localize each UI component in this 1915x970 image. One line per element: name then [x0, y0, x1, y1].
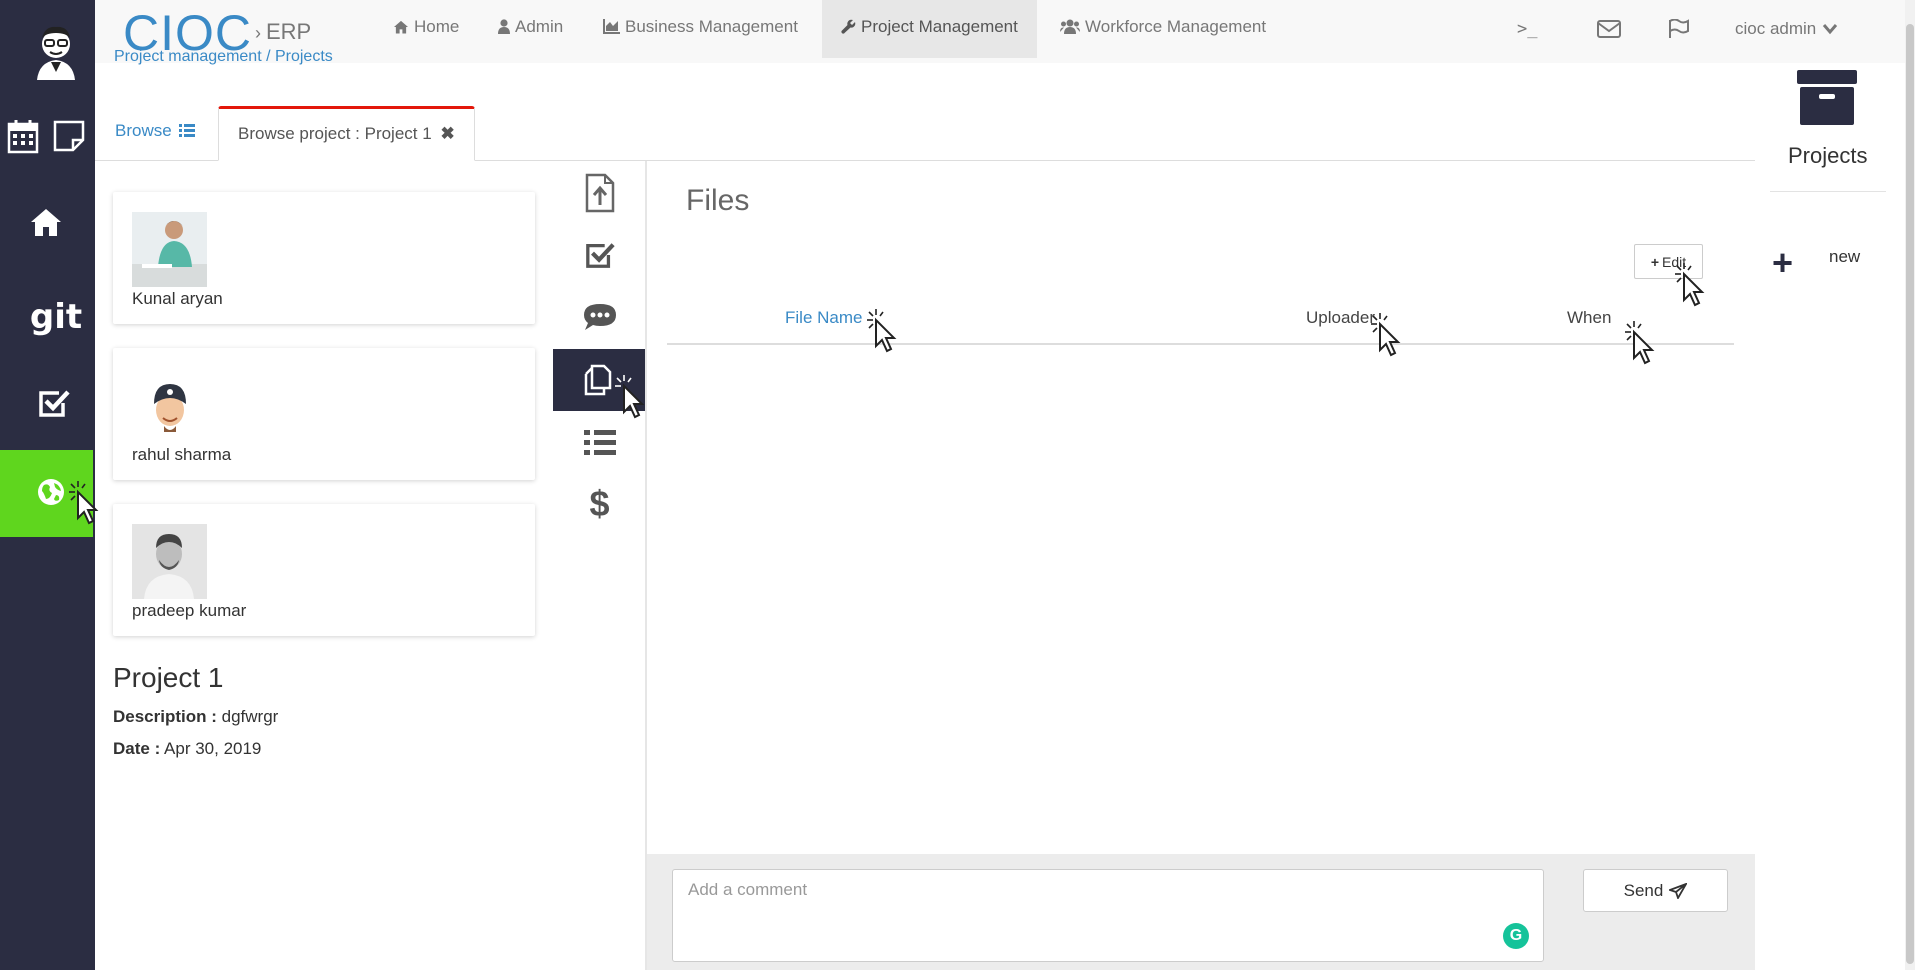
nav-admin[interactable]: Admin: [498, 0, 563, 58]
divider: [1770, 191, 1886, 192]
tasks-check-icon[interactable]: [36, 385, 72, 421]
page-scrollbar[interactable]: [1905, 0, 1915, 970]
wrench-icon: [841, 19, 856, 34]
member-card[interactable]: Kunal aryan: [113, 192, 535, 324]
nav-business-management[interactable]: Business Management: [603, 0, 798, 58]
new-project-link[interactable]: new: [1829, 247, 1860, 267]
projects-label[interactable]: Projects: [1788, 143, 1867, 169]
archive-icon[interactable]: [1795, 66, 1859, 130]
users-icon: [1060, 19, 1080, 34]
description-label: Description :: [113, 707, 217, 726]
files-icon: [584, 364, 611, 396]
left-rail: git: [0, 0, 95, 970]
top-navbar: CIOC › ERP Home Admin Business Management…: [95, 0, 1905, 63]
plus-icon: +: [1650, 253, 1660, 270]
mail-icon[interactable]: [1597, 0, 1621, 58]
tool-list[interactable]: [553, 411, 646, 473]
member-card[interactable]: rahul sharma: [113, 348, 535, 480]
member-photo: [132, 368, 207, 443]
project-title: Project 1: [113, 662, 224, 693]
member-name: pradeep kumar: [132, 601, 247, 620]
globe-icon: [35, 476, 67, 508]
list-icon: [583, 430, 616, 455]
rail-item-active[interactable]: [0, 450, 93, 537]
home-icon[interactable]: [27, 202, 65, 242]
user-menu[interactable]: cioc admin: [1735, 0, 1838, 58]
terminal-icon[interactable]: >_: [1517, 0, 1537, 58]
panel-divider: [645, 161, 647, 970]
file-upload-icon: [585, 173, 614, 213]
edit-button[interactable]: + Edit: [1634, 244, 1703, 279]
git-icon[interactable]: git: [30, 292, 82, 342]
user-icon: [498, 19, 510, 34]
project-description: Description : dgfwrgr: [113, 707, 278, 727]
calendar-icon[interactable]: [6, 116, 40, 156]
checkbox-icon: [585, 243, 615, 268]
date-label: Date :: [113, 739, 161, 758]
tool-upload[interactable]: [553, 162, 646, 224]
send-label: Send: [1623, 880, 1664, 900]
home-icon: [394, 20, 408, 34]
comment-bar: Add a comment G Send: [647, 854, 1755, 970]
tool-comments[interactable]: [553, 286, 646, 348]
scrollbar-thumb[interactable]: [1906, 24, 1914, 964]
column-when[interactable]: When: [1567, 308, 1611, 328]
comment-icon: [583, 304, 616, 330]
breadcrumb[interactable]: Project management / Projects: [114, 48, 333, 66]
chevron-down-icon: [1823, 24, 1838, 35]
column-uploader[interactable]: Uploader: [1306, 308, 1375, 328]
project-date: Date : Apr 30, 2019: [113, 739, 261, 759]
plus-icon[interactable]: +: [1772, 245, 1793, 281]
edit-label: Edit: [1662, 253, 1687, 270]
tab-browse-project[interactable]: Browse project : Project 1 ✖: [218, 106, 475, 161]
nav-project-management[interactable]: Project Management: [822, 0, 1037, 58]
chart-icon: [603, 19, 620, 34]
dollar-icon[interactable]: $: [553, 473, 646, 535]
member-card[interactable]: pradeep kumar: [113, 504, 535, 636]
tab-browse[interactable]: Browse: [115, 106, 196, 161]
files-title: Files: [686, 184, 750, 217]
list-icon: [179, 124, 196, 137]
date-value: Apr 30, 2019: [164, 739, 262, 758]
comment-input[interactable]: Add a comment G: [672, 869, 1544, 962]
close-icon[interactable]: ✖: [440, 124, 454, 143]
member-name: rahul sharma: [132, 445, 232, 464]
user-avatar-icon[interactable]: [33, 24, 79, 80]
comment-placeholder: Add a comment: [688, 880, 808, 899]
send-button[interactable]: Send: [1583, 869, 1728, 912]
member-photo: [132, 524, 207, 599]
member-photo: [132, 212, 207, 287]
description-value: dgfwrgr: [221, 707, 279, 726]
flag-icon[interactable]: [1668, 0, 1690, 58]
nav-home[interactable]: Home: [393, 0, 459, 58]
tab-bar: Browse Browse project : Project 1 ✖: [95, 106, 1755, 161]
user-name: cioc admin: [1735, 19, 1817, 38]
member-name: Kunal aryan: [132, 289, 223, 308]
sticky-note-icon[interactable]: [52, 118, 86, 154]
grammarly-icon[interactable]: G: [1503, 923, 1529, 949]
brand-subtitle[interactable]: › ERP: [255, 19, 311, 45]
files-table-header: File Name Uploader When: [667, 300, 1734, 345]
tool-files[interactable]: [553, 349, 646, 411]
column-file-name[interactable]: File Name: [785, 308, 862, 328]
nav-workforce-management[interactable]: Workforce Management: [1060, 0, 1266, 58]
paper-plane-icon: [1669, 882, 1688, 899]
tool-tasks[interactable]: [553, 224, 646, 286]
